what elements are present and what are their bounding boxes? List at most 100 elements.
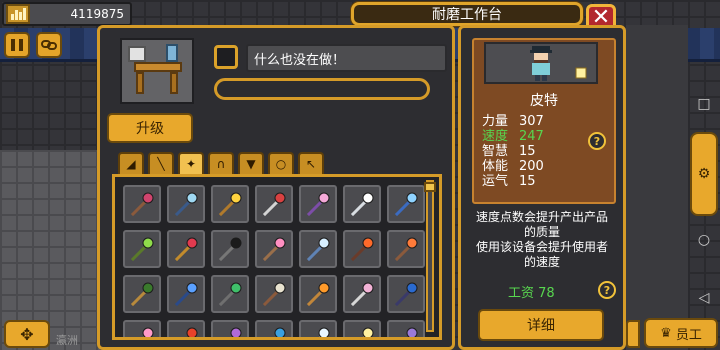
item-slot[interactable]	[123, 275, 161, 313]
wage-label: 工资	[508, 286, 535, 301]
green-leaf-staff-icon	[130, 237, 154, 262]
tab-pickaxe[interactable]: ↖	[298, 152, 324, 174]
detail-button[interactable]: 详细	[478, 309, 604, 341]
tab-helmet[interactable]: ∩	[208, 152, 234, 174]
blossom-wand-icon	[142, 327, 154, 337]
side-strip	[626, 25, 688, 350]
flame-mace-icon	[394, 237, 418, 262]
stat-row: 智慧 15	[482, 144, 544, 159]
item-slot[interactable]	[211, 230, 249, 268]
item-slot[interactable]	[299, 230, 337, 268]
edge-tab-button[interactable]	[626, 320, 640, 348]
background-label: 瀛洲	[56, 334, 78, 347]
item-slot[interactable]	[299, 185, 337, 223]
item-slot[interactable]	[255, 320, 293, 337]
window-title: 耐磨工作台	[351, 2, 583, 26]
item-slot[interactable]	[387, 320, 425, 337]
stat-label: 智慧	[482, 144, 509, 159]
crown-icon: ♛	[660, 325, 672, 341]
upgrade-button[interactable]: 升级	[107, 113, 193, 143]
description-line: 使用该设备会提升使用者	[475, 240, 608, 254]
question-icon[interactable]: ?	[588, 132, 606, 150]
workbench-leg	[136, 72, 144, 94]
scrollbar[interactable]	[424, 180, 436, 332]
item-slot[interactable]	[167, 230, 205, 268]
scrollbar-thumb[interactable]	[424, 182, 436, 192]
money-value: 4119875	[70, 7, 124, 21]
question-icon[interactable]: ?	[598, 281, 616, 299]
workbench-leg	[170, 72, 178, 94]
workbench-preview	[120, 38, 194, 104]
skull-staff-icon	[262, 282, 286, 307]
pause-icon	[11, 39, 15, 51]
item-slot[interactable]	[211, 185, 249, 223]
workbench-top	[134, 62, 182, 72]
staff-button[interactable]: ♛ 员工	[644, 318, 718, 348]
system-back-icon[interactable]: ◁	[690, 290, 718, 306]
side-menu-button[interactable]: ⚙	[690, 132, 718, 216]
system-circle-icon[interactable]: ○	[690, 232, 718, 248]
item-slot[interactable]	[211, 275, 249, 313]
stat-label: 速度	[482, 129, 509, 144]
crystal-wand-icon	[174, 192, 198, 217]
pink-crystal-wand-icon	[306, 192, 330, 217]
sun-orb-staff-icon	[306, 282, 330, 307]
stat-row: 速度 247	[482, 129, 544, 144]
auto-checkbox[interactable]	[214, 45, 238, 69]
violet-rod-icon	[406, 327, 418, 337]
pearl-wand-icon	[350, 282, 374, 307]
item-slot[interactable]	[299, 275, 337, 313]
tab-ring[interactable]: ○	[268, 152, 294, 174]
money-building-icon	[6, 4, 30, 24]
stat-label: 体能	[482, 159, 509, 174]
move-arrows-icon: ✥	[20, 324, 34, 344]
item-slot[interactable]	[299, 320, 337, 337]
gear-icon: ⚙	[697, 166, 711, 182]
stat-value: 200	[519, 159, 544, 174]
stat-row: 体能 200	[482, 159, 544, 174]
worker-name: 皮特	[530, 93, 558, 109]
item-slot[interactable]	[255, 185, 293, 223]
frost-wand-icon	[318, 327, 330, 337]
item-slot[interactable]	[211, 320, 249, 337]
item-slot[interactable]	[255, 275, 293, 313]
stat-label: 运气	[482, 174, 509, 189]
wage-value: 78	[538, 286, 555, 301]
pause-button[interactable]	[4, 32, 30, 58]
description-line: 的速度	[523, 255, 560, 269]
money-display: 4119875	[2, 2, 132, 26]
sea-orb-wand-icon	[274, 327, 286, 337]
link-button[interactable]	[36, 32, 62, 58]
item-slot[interactable]	[123, 230, 161, 268]
item-slot[interactable]	[255, 230, 293, 268]
item-slot[interactable]	[343, 320, 381, 337]
ice-axe-wand-icon	[306, 237, 330, 262]
system-square-icon[interactable]: □	[690, 96, 718, 112]
tab-armor[interactable]: ▼	[238, 152, 264, 174]
tab-wedge[interactable]: ◢	[118, 152, 144, 174]
item-slot[interactable]	[343, 185, 381, 223]
progress-bar	[214, 78, 430, 100]
blue-gem-wand-icon	[394, 192, 418, 217]
item-slot[interactable]	[343, 275, 381, 313]
tab-wand[interactable]: ✦	[178, 152, 204, 174]
item-slot[interactable]	[167, 185, 205, 223]
item-slot[interactable]	[123, 320, 161, 337]
item-slot[interactable]	[387, 230, 425, 268]
item-slot[interactable]	[387, 185, 425, 223]
ruby-star-staff-icon	[174, 237, 198, 262]
staff-label: 员工	[675, 327, 702, 343]
gold-crown-staff-icon	[362, 327, 374, 337]
bat-wand-icon	[230, 327, 242, 337]
equipment-description: 速度点数会提升产出产品 的质量 使用该设备会提升使用者 的速度	[464, 210, 620, 270]
item-slot[interactable]	[123, 185, 161, 223]
tab-stick[interactable]: ╲	[148, 152, 174, 174]
item-slot[interactable]	[167, 275, 205, 313]
item-slot[interactable]	[387, 275, 425, 313]
thorn-staff-icon	[130, 282, 154, 307]
move-button[interactable]: ✥	[4, 320, 50, 348]
item-slot[interactable]	[343, 230, 381, 268]
ember-wand-icon	[186, 327, 198, 337]
item-slot[interactable]	[167, 320, 205, 337]
stat-label: 力量	[482, 114, 509, 129]
